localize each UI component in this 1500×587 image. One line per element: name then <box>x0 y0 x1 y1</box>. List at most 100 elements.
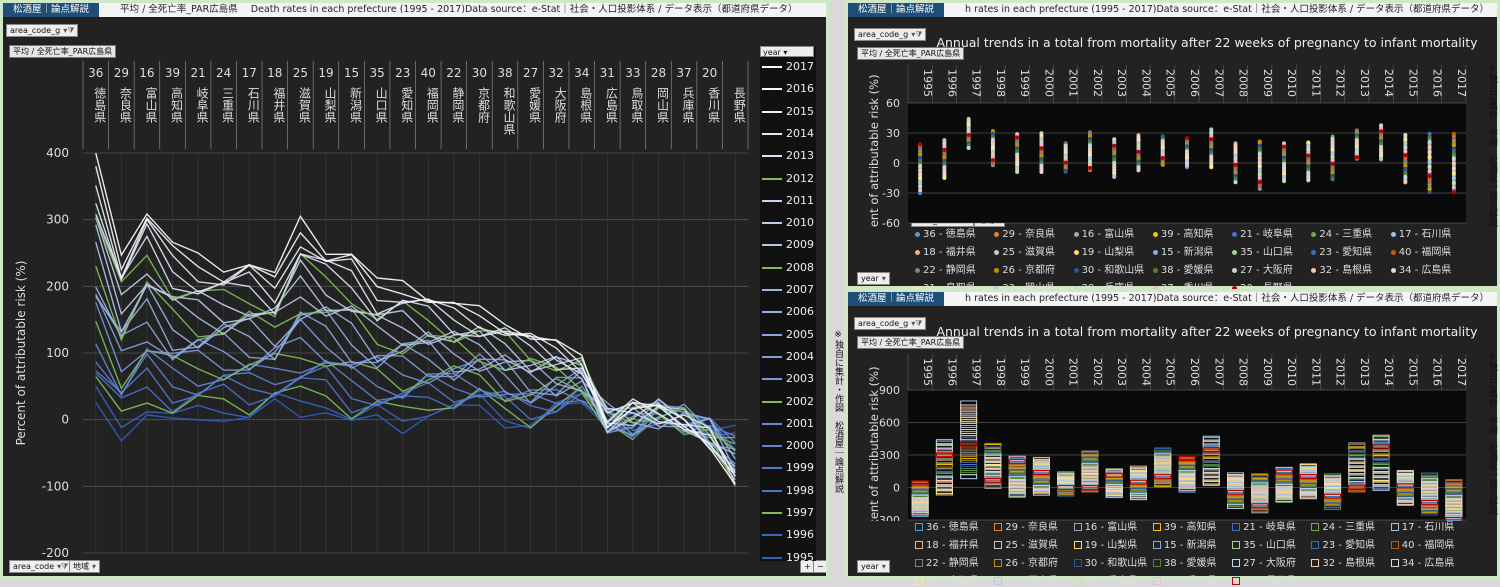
data-point <box>1379 156 1384 161</box>
year-legend-item[interactable]: 2004 <box>762 350 816 364</box>
x-tick-label: 2001 <box>1067 358 1080 386</box>
rt-brand[interactable]: 松酒屋｜論点解説 <box>848 3 945 17</box>
prefecture-legend-item[interactable]: 26 - 京都府 <box>994 261 1073 276</box>
prefecture-legend-label: 18 - 福井県 <box>923 247 976 258</box>
year-legend-item[interactable]: 1997 <box>762 506 816 520</box>
prefecture-code-label: 31 <box>600 66 615 80</box>
prefecture-legend-item[interactable]: 38 - 愛媛県 <box>1152 261 1232 276</box>
prefecture-legend-label: 28 - 兵庫県 <box>1084 576 1138 587</box>
legend-marker <box>994 541 1003 549</box>
prefecture-legend-item[interactable]: 16 - 富山県 <box>1073 518 1153 533</box>
year-legend-item[interactable]: 2008 <box>762 261 816 275</box>
prefecture-legend-item[interactable]: 25 - 滋賀県 <box>994 536 1073 551</box>
prefecture-legend-item[interactable]: 31 - 鳥取県 <box>915 572 994 587</box>
prefecture-legend-item[interactable]: 24 - 三重県 <box>1311 518 1390 533</box>
chevron-down-icon[interactable]: ▾ <box>882 274 886 283</box>
left-brand[interactable]: 松酒屋｜論点解説 <box>3 3 100 17</box>
prefecture-legend-item[interactable]: 23 - 愛知県 <box>1311 536 1390 551</box>
prefecture-legend-item[interactable]: 18 - 福井県 <box>915 536 994 551</box>
prefecture-legend-item[interactable]: 21 - 岐阜県 <box>1232 518 1311 533</box>
rt-year-filter[interactable]: year ▾ <box>857 272 890 285</box>
prefecture-legend-item[interactable]: 27 - 大阪府 <box>1232 554 1311 569</box>
prefecture-legend-item[interactable]: 30 - 和歌山県 <box>1073 261 1153 276</box>
legend-marker <box>1390 249 1396 255</box>
prefecture-legend-item[interactable]: 26 - 京都府 <box>994 554 1073 569</box>
data-point <box>1015 168 1020 173</box>
prefecture-legend-item[interactable]: 24 - 三重県 <box>1311 225 1390 240</box>
rt-prefecture-legend: 36 - 徳島県 29 - 奈良県 16 - 富山県 39 - 高知県 21 - 岐阜県… <box>915 225 1470 294</box>
year-legend-item[interactable]: 2006 <box>762 305 816 319</box>
prefecture-legend-item[interactable]: 29 - 奈良県 <box>994 225 1073 240</box>
prefecture-legend-item[interactable]: 40 - 福岡県 <box>1390 243 1470 258</box>
prefecture-legend-label: 40 - 福岡県 <box>1398 247 1452 258</box>
y-tick-label: -30 <box>882 187 900 200</box>
data-point <box>1451 175 1456 180</box>
prefecture-legend-item[interactable]: 33 - 岡山県 <box>994 572 1073 587</box>
prefecture-legend-item[interactable]: 32 - 島根県 <box>1311 554 1390 569</box>
prefecture-legend-item[interactable]: 32 - 島根県 <box>1311 261 1390 276</box>
year-legend-item[interactable]: 2013 <box>762 149 816 163</box>
prefecture-legend-item[interactable]: 18 - 福井県 <box>915 243 994 258</box>
year-legend-item[interactable]: 2002 <box>762 395 816 409</box>
year-legend-item[interactable]: 2011 <box>762 194 816 208</box>
legend-swatch <box>762 222 782 225</box>
prefecture-legend-item[interactable]: 27 - 大阪府 <box>1232 261 1311 276</box>
chevron-down-icon[interactable]: ▾ <box>882 562 886 571</box>
prefecture-legend-item[interactable]: 17 - 石川県 <box>1390 225 1470 240</box>
year-legend-item[interactable]: 2005 <box>762 328 816 342</box>
prefecture-legend-item[interactable]: 38 - 愛媛県 <box>1152 554 1232 569</box>
year-legend-item[interactable]: 2010 <box>762 216 816 230</box>
prefecture-legend-item[interactable]: 39 - 高知県 <box>1152 225 1232 240</box>
year-legend-item[interactable]: 2017 <box>762 60 816 74</box>
year-legend-item[interactable]: 2014 <box>762 127 816 141</box>
prefecture-legend-item[interactable]: 40 - 福岡県 <box>1390 536 1470 551</box>
rb-year-filter[interactable]: year ▾ <box>857 560 890 573</box>
prefecture-legend-item[interactable]: 22 - 静岡県 <box>915 261 994 276</box>
year-legend-item[interactable]: 2000 <box>762 439 816 453</box>
year-legend-item[interactable]: 2015 <box>762 105 816 119</box>
prefecture-legend-item[interactable]: 17 - 石川県 <box>1390 518 1470 533</box>
year-legend-item[interactable]: 2012 <box>762 172 816 186</box>
prefecture-legend-item[interactable]: 20 - 長野県 <box>1232 572 1311 587</box>
prefecture-legend-item[interactable]: 30 - 和歌山県 <box>1073 554 1153 569</box>
prefecture-legend-item[interactable]: 34 - 広島県 <box>1390 261 1470 276</box>
prefecture-name-label: 山梨県 <box>323 87 337 123</box>
prefecture-legend-item[interactable]: 28 - 兵庫県 <box>1073 572 1153 587</box>
prefecture-legend-item[interactable]: 39 - 高知県 <box>1152 518 1232 533</box>
prefecture-legend-item[interactable]: 34 - 広島県 <box>1390 554 1470 569</box>
prefecture-legend-item[interactable]: 36 - 徳島県 <box>915 518 994 533</box>
prefecture-legend-item[interactable]: 29 - 奈良県 <box>994 518 1073 533</box>
prefecture-legend-item[interactable]: 15 - 新潟県 <box>1152 243 1232 258</box>
year-legend-filter[interactable]: year ▾ <box>760 46 814 57</box>
prefecture-legend-item[interactable]: 23 - 愛知県 <box>1311 243 1390 258</box>
prefecture-legend-item[interactable]: 35 - 山口県 <box>1232 536 1311 551</box>
prefecture-legend-item[interactable]: 25 - 滋賀県 <box>994 243 1073 258</box>
prefecture-legend-item[interactable]: 37 - 香川県 <box>1152 572 1232 587</box>
prefecture-legend-item[interactable]: 15 - 新潟県 <box>1152 536 1232 551</box>
year-legend-item[interactable]: 1995 <box>762 551 816 565</box>
year-legend-item[interactable]: 2009 <box>762 238 816 252</box>
data-point <box>1257 171 1262 176</box>
prefecture-legend-item[interactable]: 19 - 山梨県 <box>1073 536 1153 551</box>
year-legend-item[interactable]: 2016 <box>762 82 816 96</box>
prefecture-legend-item[interactable]: 21 - 岐阜県 <box>1232 225 1311 240</box>
year-legend-item[interactable]: 2001 <box>762 417 816 431</box>
legend-marker <box>1232 523 1241 531</box>
prefecture-legend-item[interactable]: 35 - 山口県 <box>1232 243 1311 258</box>
prefecture-code-label: 22 <box>446 66 461 80</box>
year-legend-item[interactable]: 2007 <box>762 283 816 297</box>
prefecture-name-label: 徳島県 <box>93 86 107 123</box>
y-tick-label: -200 <box>42 546 69 560</box>
year-legend-item[interactable]: 1999 <box>762 461 816 475</box>
prefecture-legend-item[interactable]: 19 - 山梨県 <box>1073 243 1153 258</box>
x-tick-label: 1995 <box>921 69 934 97</box>
rb-brand[interactable]: 松酒屋｜論点解説 <box>848 292 945 306</box>
year-legend-item[interactable]: 1996 <box>762 528 816 542</box>
year-legend-item[interactable]: 2003 <box>762 372 816 386</box>
prefecture-legend-item[interactable]: 22 - 静岡県 <box>915 554 994 569</box>
data-point <box>1209 137 1214 142</box>
prefecture-legend-item[interactable]: 36 - 徳島県 <box>915 225 994 240</box>
year-legend-item[interactable]: 1998 <box>762 484 816 498</box>
data-point <box>1282 178 1287 183</box>
prefecture-legend-item[interactable]: 16 - 富山県 <box>1073 225 1153 240</box>
